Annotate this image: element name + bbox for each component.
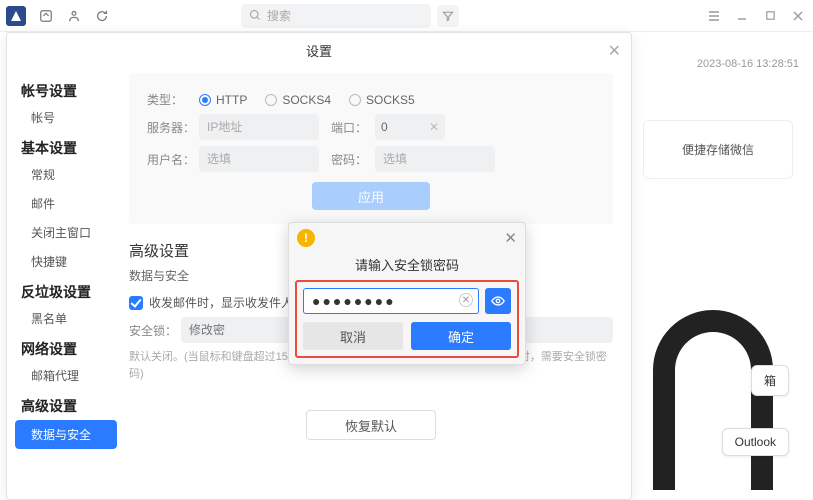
settings-title: 设置 (306, 41, 332, 60)
settings-sidebar: 帐号设置 帐号 基本设置 常规 邮件 关闭主窗口 快捷键 反垃圾设置 黑名单 网… (7, 67, 125, 499)
bg-image (653, 310, 773, 490)
radio-socks4[interactable]: SOCKS4 (265, 93, 331, 107)
cancel-button[interactable]: 取消 (303, 322, 403, 350)
user-input[interactable] (199, 146, 319, 172)
minimize-icon[interactable] (733, 7, 751, 25)
sb-group-account: 帐号设置 (7, 75, 125, 103)
pwd-title: 请输入安全锁密码 (289, 255, 525, 274)
close-icon[interactable] (789, 7, 807, 25)
server-label: 服务器： (147, 119, 199, 136)
compose-icon[interactable] (34, 4, 58, 28)
settings-close-icon[interactable]: ✕ (608, 41, 621, 61)
sb-group-spam: 反垃圾设置 (7, 276, 125, 304)
sb-item-proxy[interactable]: 邮箱代理 (7, 361, 125, 390)
search-icon (249, 9, 261, 24)
contacts-icon[interactable] (62, 4, 86, 28)
sb-item-account[interactable]: 帐号 (7, 103, 125, 132)
port-clear-icon[interactable]: ✕ (429, 120, 439, 134)
timestamp: 2023-08-16 13:28:51 (697, 58, 799, 70)
maximize-icon[interactable] (761, 7, 779, 25)
port-label: 端口： (331, 119, 375, 136)
pass-input[interactable] (375, 146, 495, 172)
pass-label: 密码： (331, 151, 375, 168)
app-logo (6, 6, 26, 26)
lock-label: 安全锁： (129, 322, 181, 339)
checkbox-icon[interactable] (129, 296, 143, 310)
sb-group-basic: 基本设置 (7, 132, 125, 160)
radio-socks5[interactable]: SOCKS5 (349, 93, 415, 107)
titlebar (0, 0, 813, 32)
sb-item-data-security[interactable]: 数据与安全 (15, 420, 117, 449)
server-input[interactable] (199, 114, 319, 140)
radio-http[interactable]: HTTP (199, 93, 247, 107)
sb-item-general[interactable]: 常规 (7, 160, 125, 189)
sb-group-advanced: 高级设置 (7, 390, 125, 418)
type-label: 类型： (147, 91, 199, 108)
sb-item-mail[interactable]: 邮件 (7, 189, 125, 218)
refresh-icon[interactable] (90, 4, 114, 28)
apply-button[interactable]: 应用 (312, 182, 430, 210)
bg-card: 便捷存储微信 (643, 120, 793, 179)
search-input[interactable] (241, 4, 431, 28)
menu-icon[interactable] (705, 7, 723, 25)
restore-button[interactable]: 恢复默认 (306, 410, 436, 440)
pwd-close-icon[interactable]: ✕ (504, 229, 517, 247)
bg-pill-2[interactable]: Outlook (722, 428, 789, 456)
password-dialog: ! ✕ 请输入安全锁密码 ✕ 取消 确定 (288, 222, 526, 365)
port-input[interactable]: 0✕ (375, 114, 445, 140)
settings-header: 设置 ✕ (7, 33, 631, 67)
proxy-panel: 类型： HTTP SOCKS4 SOCKS5 服务器： 端口： 0✕ 用户名： … (129, 73, 613, 224)
pwd-highlight-box: ✕ 取消 确定 (295, 280, 519, 358)
filter-icon[interactable] (437, 5, 459, 27)
pwd-eye-icon[interactable] (485, 288, 511, 314)
sb-group-network: 网络设置 (7, 333, 125, 361)
sb-item-closewin[interactable]: 关闭主窗口 (7, 218, 125, 247)
ok-button[interactable]: 确定 (411, 322, 511, 350)
pwd-input[interactable] (303, 288, 479, 314)
sb-item-shortcut[interactable]: 快捷键 (7, 247, 125, 276)
warning-icon: ! (297, 229, 315, 247)
pwd-clear-icon[interactable]: ✕ (459, 293, 473, 307)
sb-item-blacklist[interactable]: 黑名单 (7, 304, 125, 333)
bg-pill-1[interactable]: 箱 (751, 365, 789, 396)
user-label: 用户名： (147, 151, 199, 168)
